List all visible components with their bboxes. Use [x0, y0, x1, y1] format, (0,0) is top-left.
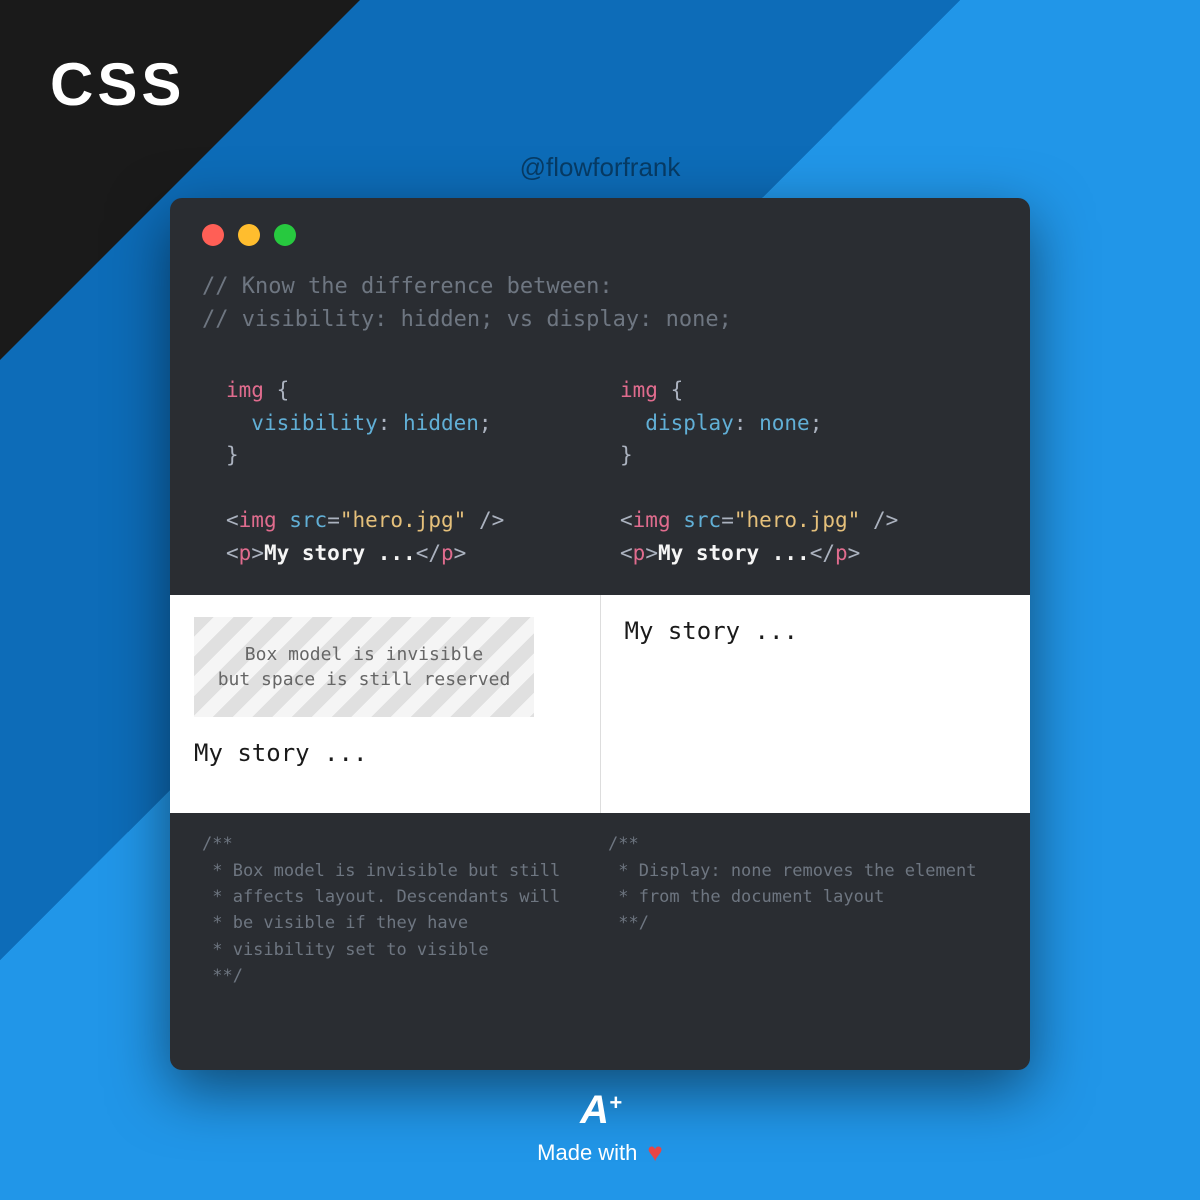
result-display: My story ...	[601, 595, 1031, 813]
traffic-lights	[170, 198, 1030, 246]
minimize-icon[interactable]	[238, 224, 260, 246]
close-icon[interactable]	[202, 224, 224, 246]
maximize-icon[interactable]	[274, 224, 296, 246]
doc-right: /** * Display: none removes the element …	[600, 831, 1006, 989]
invisible-box-placeholder: Box model is invisible but space is stil…	[194, 617, 534, 717]
css-property: display	[645, 411, 734, 435]
css-value: hidden	[403, 411, 479, 435]
selector: img	[226, 378, 264, 402]
story-text-right: My story ...	[625, 617, 1007, 645]
logo-icon: A+	[580, 1088, 620, 1133]
made-with: Made with ♥	[537, 1137, 663, 1168]
css-value: none	[759, 411, 810, 435]
intro-comments: // Know the difference between: // visib…	[170, 246, 1030, 346]
doc-left: /** * Box model is invisible but still *…	[194, 831, 600, 989]
result-band: Box model is invisible but space is stil…	[170, 595, 1030, 813]
code-window: // Know the difference between: // visib…	[170, 198, 1030, 1070]
placeholder-line-2: but space is still reserved	[218, 667, 511, 692]
story-text-left: My story ...	[194, 739, 576, 767]
corner-label: CSS	[50, 50, 185, 119]
code-columns: img { visibility: hidden; } <img src="he…	[170, 346, 1030, 595]
code-col-visibility: img { visibility: hidden; } <img src="he…	[202, 374, 604, 569]
code-col-display: img { display: none; } <img src="hero.jp…	[604, 374, 998, 569]
placeholder-line-1: Box model is invisible	[218, 642, 511, 667]
css-property: visibility	[251, 411, 377, 435]
author-handle: @flowforfrank	[520, 152, 681, 183]
heart-icon: ♥	[647, 1137, 662, 1168]
footer: A+ Made with ♥	[537, 1088, 663, 1168]
selector: img	[620, 378, 658, 402]
doc-comments: /** * Box model is invisible but still *…	[170, 813, 1030, 1013]
comment-line-1: // Know the difference between:	[202, 270, 998, 303]
comment-line-2: // visibility: hidden; vs display: none;	[202, 303, 998, 336]
result-visibility: Box model is invisible but space is stil…	[170, 595, 601, 813]
